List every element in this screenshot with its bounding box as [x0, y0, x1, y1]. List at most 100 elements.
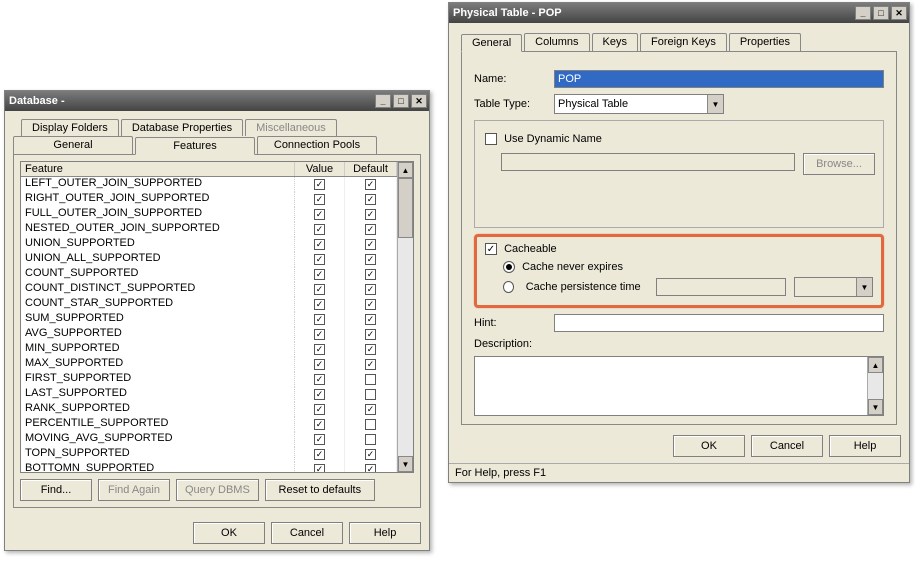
- value-checkbox[interactable]: [314, 404, 325, 415]
- table-row[interactable]: BOTTOMN_SUPPORTED: [21, 462, 397, 472]
- value-checkbox[interactable]: [314, 209, 325, 220]
- table-row[interactable]: COUNT_SUPPORTED: [21, 267, 397, 282]
- tab-columns[interactable]: Columns: [524, 33, 589, 51]
- table-row[interactable]: FIRST_SUPPORTED: [21, 372, 397, 387]
- default-checkbox: [365, 329, 376, 340]
- maximize-icon[interactable]: [393, 94, 409, 108]
- scroll-up-icon[interactable]: ▲: [398, 162, 413, 178]
- tab-connection-pools[interactable]: Connection Pools: [257, 136, 377, 154]
- value-checkbox[interactable]: [314, 314, 325, 325]
- cache-persist-radio[interactable]: [503, 281, 514, 293]
- window-title: Database -: [9, 95, 373, 107]
- value-checkbox[interactable]: [314, 269, 325, 280]
- desc-scrollbar[interactable]: ▲ ▼: [867, 357, 883, 415]
- scroll-up-icon[interactable]: ▲: [868, 357, 883, 373]
- grid-scrollbar[interactable]: ▲ ▼: [397, 162, 413, 472]
- col-header-default[interactable]: Default: [345, 162, 397, 176]
- table-row[interactable]: TOPN_SUPPORTED: [21, 447, 397, 462]
- default-checkbox: [365, 299, 376, 310]
- tab-keys[interactable]: Keys: [592, 33, 638, 51]
- hint-input[interactable]: [554, 314, 884, 332]
- titlebar[interactable]: Physical Table - POP: [449, 3, 909, 23]
- tab-general[interactable]: General: [13, 136, 133, 154]
- value-checkbox[interactable]: [314, 254, 325, 265]
- feature-name: MAX_SUPPORTED: [21, 357, 295, 372]
- value-checkbox[interactable]: [314, 284, 325, 295]
- table-row[interactable]: COUNT_STAR_SUPPORTED: [21, 297, 397, 312]
- tab-foreign-keys[interactable]: Foreign Keys: [640, 33, 727, 51]
- table-row[interactable]: MIN_SUPPORTED: [21, 342, 397, 357]
- value-checkbox[interactable]: [314, 464, 325, 472]
- tab-general[interactable]: General: [461, 34, 522, 52]
- col-header-value[interactable]: Value: [295, 162, 345, 176]
- titlebar[interactable]: Database -: [5, 91, 429, 111]
- scroll-down-icon[interactable]: ▼: [868, 399, 883, 415]
- tab-features[interactable]: Features: [135, 137, 255, 155]
- feature-name: BOTTOMN_SUPPORTED: [21, 462, 295, 472]
- default-checkbox: [365, 209, 376, 220]
- value-checkbox[interactable]: [314, 434, 325, 445]
- chevron-down-icon[interactable]: ▼: [707, 95, 723, 113]
- value-checkbox[interactable]: [314, 374, 325, 385]
- persist-time-input: [656, 278, 786, 296]
- feature-grid[interactable]: Feature Value Default LEFT_OUTER_JOIN_SU…: [20, 161, 414, 473]
- table-type-select[interactable]: Physical Table ▼: [554, 94, 724, 114]
- ok-button[interactable]: OK: [673, 435, 745, 457]
- table-row[interactable]: LAST_SUPPORTED: [21, 387, 397, 402]
- table-row[interactable]: FULL_OUTER_JOIN_SUPPORTED: [21, 207, 397, 222]
- value-checkbox[interactable]: [314, 224, 325, 235]
- value-checkbox[interactable]: [314, 329, 325, 340]
- scroll-down-icon[interactable]: ▼: [398, 456, 413, 472]
- value-checkbox[interactable]: [314, 239, 325, 250]
- col-header-feature[interactable]: Feature: [21, 162, 295, 176]
- value-checkbox[interactable]: [314, 419, 325, 430]
- feature-name: UNION_SUPPORTED: [21, 237, 295, 252]
- value-checkbox[interactable]: [314, 359, 325, 370]
- table-row[interactable]: PERCENTILE_SUPPORTED: [21, 417, 397, 432]
- table-row[interactable]: SUM_SUPPORTED: [21, 312, 397, 327]
- cacheable-checkbox[interactable]: [485, 243, 497, 255]
- feature-name: PERCENTILE_SUPPORTED: [21, 417, 295, 432]
- cancel-button[interactable]: Cancel: [751, 435, 823, 457]
- help-button[interactable]: Help: [829, 435, 901, 457]
- cancel-button[interactable]: Cancel: [271, 522, 343, 544]
- ok-button[interactable]: OK: [193, 522, 265, 544]
- tab-properties[interactable]: Properties: [729, 33, 801, 51]
- feature-name: RANK_SUPPORTED: [21, 402, 295, 417]
- table-row[interactable]: RIGHT_OUTER_JOIN_SUPPORTED: [21, 192, 397, 207]
- maximize-icon[interactable]: [873, 6, 889, 20]
- default-checkbox: [365, 239, 376, 250]
- value-checkbox[interactable]: [314, 449, 325, 460]
- table-row[interactable]: RANK_SUPPORTED: [21, 402, 397, 417]
- table-row[interactable]: COUNT_DISTINCT_SUPPORTED: [21, 282, 397, 297]
- feature-name: COUNT_SUPPORTED: [21, 267, 295, 282]
- value-checkbox[interactable]: [314, 389, 325, 400]
- table-row[interactable]: MOVING_AVG_SUPPORTED: [21, 432, 397, 447]
- table-row[interactable]: UNION_ALL_SUPPORTED: [21, 252, 397, 267]
- value-checkbox[interactable]: [314, 194, 325, 205]
- description-textarea[interactable]: ▲ ▼: [474, 356, 884, 416]
- table-row[interactable]: MAX_SUPPORTED: [21, 357, 397, 372]
- cache-never-radio[interactable]: [503, 261, 515, 273]
- tab-database-properties[interactable]: Database Properties: [121, 119, 243, 136]
- value-checkbox[interactable]: [314, 344, 325, 355]
- table-row[interactable]: LEFT_OUTER_JOIN_SUPPORTED: [21, 177, 397, 192]
- table-row[interactable]: AVG_SUPPORTED: [21, 327, 397, 342]
- tab-miscellaneous: Miscellaneous: [245, 119, 337, 136]
- find-button[interactable]: Find...: [20, 479, 92, 501]
- reset-defaults-button[interactable]: Reset to defaults: [265, 479, 375, 501]
- table-row[interactable]: NESTED_OUTER_JOIN_SUPPORTED: [21, 222, 397, 237]
- close-icon[interactable]: [411, 94, 427, 108]
- use-dynamic-name-checkbox[interactable]: [485, 133, 497, 145]
- minimize-icon[interactable]: [375, 94, 391, 108]
- name-input[interactable]: [554, 70, 884, 88]
- close-icon[interactable]: [891, 6, 907, 20]
- help-button[interactable]: Help: [349, 522, 421, 544]
- minimize-icon[interactable]: [855, 6, 871, 20]
- scroll-thumb[interactable]: [398, 178, 413, 238]
- table-row[interactable]: UNION_SUPPORTED: [21, 237, 397, 252]
- value-checkbox[interactable]: [314, 299, 325, 310]
- persist-unit-select: ▼: [794, 277, 873, 297]
- value-checkbox[interactable]: [314, 179, 325, 190]
- tab-display-folders[interactable]: Display Folders: [21, 119, 119, 136]
